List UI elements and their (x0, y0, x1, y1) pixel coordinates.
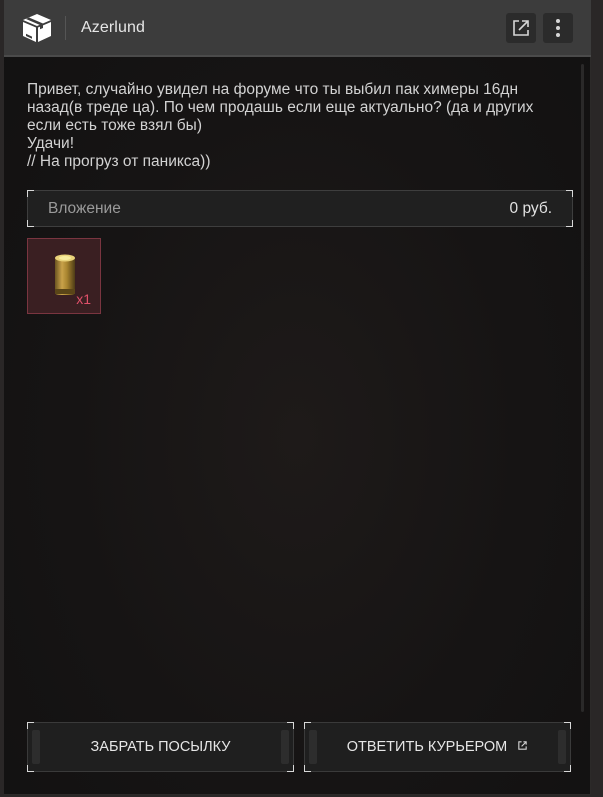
corner-bracket (287, 722, 294, 729)
external-link-icon (518, 741, 528, 750)
attachment-amount: 0 руб. (509, 200, 552, 217)
message-text: Привет, случайно увидел на форуме что ты… (27, 81, 534, 170)
corner-bracket (27, 190, 34, 197)
corner-bracket (27, 765, 34, 772)
corner-bracket (566, 220, 573, 227)
package-box-icon (23, 14, 51, 42)
title-separator (65, 16, 66, 40)
button-edge (281, 730, 289, 764)
corner-bracket (564, 765, 571, 772)
corner-bracket (27, 722, 34, 729)
button-edge (558, 730, 566, 764)
corner-bracket (566, 190, 573, 197)
item-count: x1 (76, 291, 91, 307)
take-parcel-button[interactable]: ЗАБРАТЬ ПОСЫЛКУ (27, 722, 294, 772)
more-options-button[interactable] (543, 13, 573, 43)
reply-courier-label: ОТВЕТИТЬ КУРЬЕРОМ (346, 739, 508, 755)
reply-courier-button[interactable]: ОТВЕТИТЬ КУРЬЕРОМ (304, 722, 571, 772)
attached-item-slot[interactable]: x1 (27, 238, 101, 314)
sender-name: Azerlund (81, 19, 145, 36)
external-link-icon (513, 20, 529, 36)
corner-bracket (564, 722, 571, 729)
attachment-bar: Вложение 0 руб. (27, 190, 573, 227)
button-edge (309, 730, 317, 764)
corner-bracket (304, 722, 311, 729)
attachment-label: Вложение (48, 200, 121, 217)
corner-bracket (287, 765, 294, 772)
vertical-dots-icon (556, 19, 560, 37)
scrollbar[interactable] (581, 64, 584, 712)
open-external-button[interactable] (506, 13, 536, 43)
title-bar: Azerlund (4, 0, 591, 57)
take-parcel-label: ЗАБРАТЬ ПОСЫЛКУ (90, 739, 231, 755)
corner-bracket (304, 765, 311, 772)
button-edge (32, 730, 40, 764)
corner-bracket (27, 220, 34, 227)
